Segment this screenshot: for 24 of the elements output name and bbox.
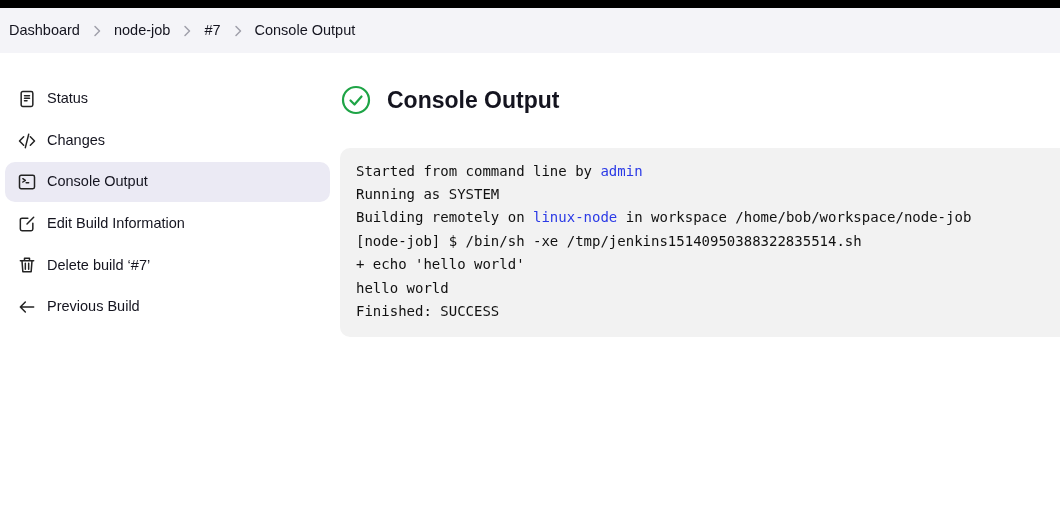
- sidebar-item[interactable]: Delete build ‘#7’: [5, 245, 330, 286]
- breadcrumb-link[interactable]: Console Output: [254, 19, 356, 42]
- console-line: + echo 'hello world': [356, 255, 526, 275]
- chevron-right-icon: [91, 24, 102, 37]
- sidebar-item[interactable]: Status: [5, 79, 330, 119]
- console-line: Running as SYSTEM: [356, 184, 501, 204]
- chevron-right-icon: [182, 24, 193, 37]
- page-title: Console Output: [387, 86, 560, 115]
- console-line: [node-job] $ /bin/sh -xe /tmp/jenkins15140950388322835514.sh: [356, 231, 863, 251]
- console-line: Started from command line by admin: [356, 161, 644, 181]
- chevron-right-icon: [232, 24, 243, 37]
- breadcrumb-link[interactable]: node-job: [113, 19, 171, 42]
- sidebar-item[interactable]: Changes: [5, 120, 330, 161]
- console-link[interactable]: linux-node: [533, 209, 618, 226]
- console-line: hello world: [356, 278, 450, 298]
- console-line: Building remotely on linux-node in workspace /home/bob/workspace/node-job: [356, 208, 973, 228]
- console-link[interactable]: admin: [600, 162, 643, 179]
- sidebar-item[interactable]: Previous Build: [5, 286, 330, 327]
- sidebar-item[interactable]: Edit Build Information: [5, 203, 330, 244]
- document-icon: [17, 89, 37, 109]
- breadcrumb-link[interactable]: Dashboard: [9, 19, 80, 42]
- breadcrumb-link[interactable]: #7: [204, 19, 221, 42]
- sidebar-item[interactable]: Console Output: [5, 162, 330, 203]
- console-line: Finished: SUCCESS: [356, 301, 501, 321]
